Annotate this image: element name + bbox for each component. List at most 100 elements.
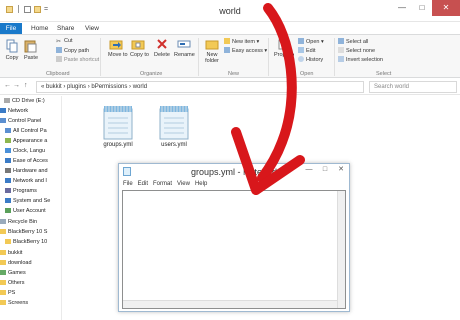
select-all-label: Select all (346, 39, 369, 45)
history-label: History (306, 57, 324, 63)
copy-path-label: Copy path (64, 48, 90, 54)
copy-to-button[interactable]: Copy to (130, 38, 149, 58)
copy-label: Copy (5, 55, 19, 61)
nav-item-hardware[interactable]: Hardware and (5, 167, 67, 176)
notepad-file-icon (154, 104, 194, 140)
nav-item-cd-drive[interactable]: CD Drive (E:) (4, 97, 66, 106)
nav-item-ps[interactable]: PS (0, 289, 62, 298)
nav-item-bukkit[interactable]: bukkit (0, 249, 62, 258)
cut-button[interactable]: ✂ Cut (56, 38, 73, 45)
back-icon[interactable]: ← (4, 82, 11, 89)
menu-help[interactable]: Help (195, 179, 207, 189)
edit-label: Edit (306, 48, 316, 54)
edit-button[interactable]: Edit (298, 47, 315, 54)
select-all-button[interactable]: Select all (338, 38, 368, 45)
nav-item-blackberry[interactable]: BlackBerry 10 (5, 238, 67, 247)
file-item-groups[interactable]: groups.yml (94, 104, 142, 148)
nav-item-programs[interactable]: Programs (5, 187, 67, 196)
open-icon (298, 38, 304, 44)
minimize-button[interactable]: — (392, 0, 412, 16)
horizontal-scrollbar[interactable] (123, 300, 337, 308)
tab-home[interactable]: Home (26, 23, 53, 34)
easy-access-icon (224, 47, 230, 53)
nav-item-download[interactable]: download (0, 259, 62, 268)
group-select: Select (376, 71, 392, 77)
address-bar[interactable]: « bukkit › plugins › bPermissions › worl… (36, 81, 364, 93)
nav-label: System and Se (13, 198, 51, 204)
new-folder-button[interactable]: New folder (203, 38, 221, 64)
invert-selection-button[interactable]: Invert selection (338, 56, 383, 63)
nav-label: Appearance a (13, 138, 48, 144)
nav-item-appearance[interactable]: Appearance a (5, 137, 67, 146)
easy-access-button[interactable]: Easy access ▾ (224, 47, 267, 54)
menu-edit[interactable]: Edit (138, 179, 148, 189)
open-button[interactable]: Open ▾ (298, 38, 324, 45)
paste-button[interactable]: Paste (22, 39, 40, 61)
open-label: Open ▾ (306, 39, 324, 45)
tab-file[interactable]: File (0, 23, 22, 34)
ribbon-divider (198, 38, 199, 76)
nav-item-others[interactable]: Others (0, 279, 62, 288)
nav-label: Others (8, 280, 25, 286)
ribbon-divider (100, 38, 101, 76)
nav-item-clock[interactable]: Clock, Langu (5, 147, 67, 156)
maximize-button[interactable]: □ (412, 0, 432, 16)
nav-label: User Account (13, 208, 46, 214)
up-icon[interactable]: ↑ (24, 82, 28, 89)
file-item-users[interactable]: users.yml (150, 104, 198, 148)
properties-button[interactable]: Properties (274, 38, 294, 58)
recycle-bin-icon (0, 218, 6, 224)
group-clipboard: Clipboard (46, 71, 70, 77)
nav-label: Control Panel (8, 118, 42, 124)
nav-item-screens[interactable]: Screens (0, 299, 62, 308)
notepad-close-button[interactable]: ✕ (333, 164, 349, 175)
nav-label: Programs (13, 188, 37, 194)
appearance-icon (5, 137, 11, 143)
new-folder-label: New folder (205, 52, 219, 64)
edit-icon (298, 47, 304, 53)
paste-shortcut-button[interactable]: Paste shortcut (56, 56, 99, 63)
nav-label: Recycle Bin (8, 219, 38, 225)
vertical-scrollbar[interactable] (337, 191, 345, 308)
games-icon (0, 269, 6, 275)
nav-item-system-security[interactable]: System and Se (5, 197, 67, 206)
nav-item-all-control-panel[interactable]: All Control Pa (5, 127, 67, 136)
group-new: New (228, 71, 240, 77)
paste-shortcut-label: Paste shortcut (64, 57, 100, 63)
delete-label: Delete (154, 52, 170, 58)
forward-icon[interactable]: → (13, 82, 20, 89)
history-button[interactable]: History (298, 56, 323, 63)
file-name: users.yml (161, 142, 187, 148)
nav-item-user-accounts[interactable]: User Account (5, 207, 67, 216)
delete-button[interactable]: Delete (154, 38, 170, 58)
nav-item-games[interactable]: Games (0, 269, 62, 278)
notepad-text-area[interactable] (122, 190, 346, 309)
tab-view[interactable]: View (80, 23, 104, 34)
new-item-button[interactable]: New item ▾ (224, 38, 259, 45)
notepad-minimize-button[interactable]: — (301, 164, 317, 175)
select-none-icon (338, 47, 344, 53)
nav-item-network-internet[interactable]: Network and I (5, 177, 67, 186)
select-none-button[interactable]: Select none (338, 47, 375, 54)
menu-format[interactable]: Format (153, 179, 172, 189)
search-input[interactable]: Search world (369, 81, 457, 93)
easy-access-label: Easy access ▾ (232, 48, 268, 54)
copy-button[interactable]: Copy (4, 39, 20, 61)
history-icon (298, 56, 304, 62)
nav-item-control-panel[interactable]: Control Panel (0, 117, 62, 126)
nav-label: Clock, Langu (13, 148, 46, 154)
close-button[interactable]: ✕ (432, 0, 460, 16)
menu-file[interactable]: File (123, 179, 133, 189)
nav-item-recycle-bin[interactable]: Recycle Bin (0, 218, 62, 227)
nav-item-blackberry-sync[interactable]: BlackBerry 10 S (0, 228, 62, 237)
nav-item-network[interactable]: Network (0, 107, 62, 116)
move-to-button[interactable]: Move to (108, 38, 128, 58)
folder-icon (0, 228, 6, 234)
notepad-maximize-button[interactable]: □ (317, 164, 333, 175)
tab-share[interactable]: Share (52, 23, 79, 34)
menu-view[interactable]: View (177, 179, 190, 189)
rename-button[interactable]: Rename (174, 38, 195, 58)
copy-path-button[interactable]: Copy path (56, 47, 89, 54)
folder-icon (0, 289, 6, 295)
nav-item-ease-of-access[interactable]: Ease of Acces (5, 157, 67, 166)
